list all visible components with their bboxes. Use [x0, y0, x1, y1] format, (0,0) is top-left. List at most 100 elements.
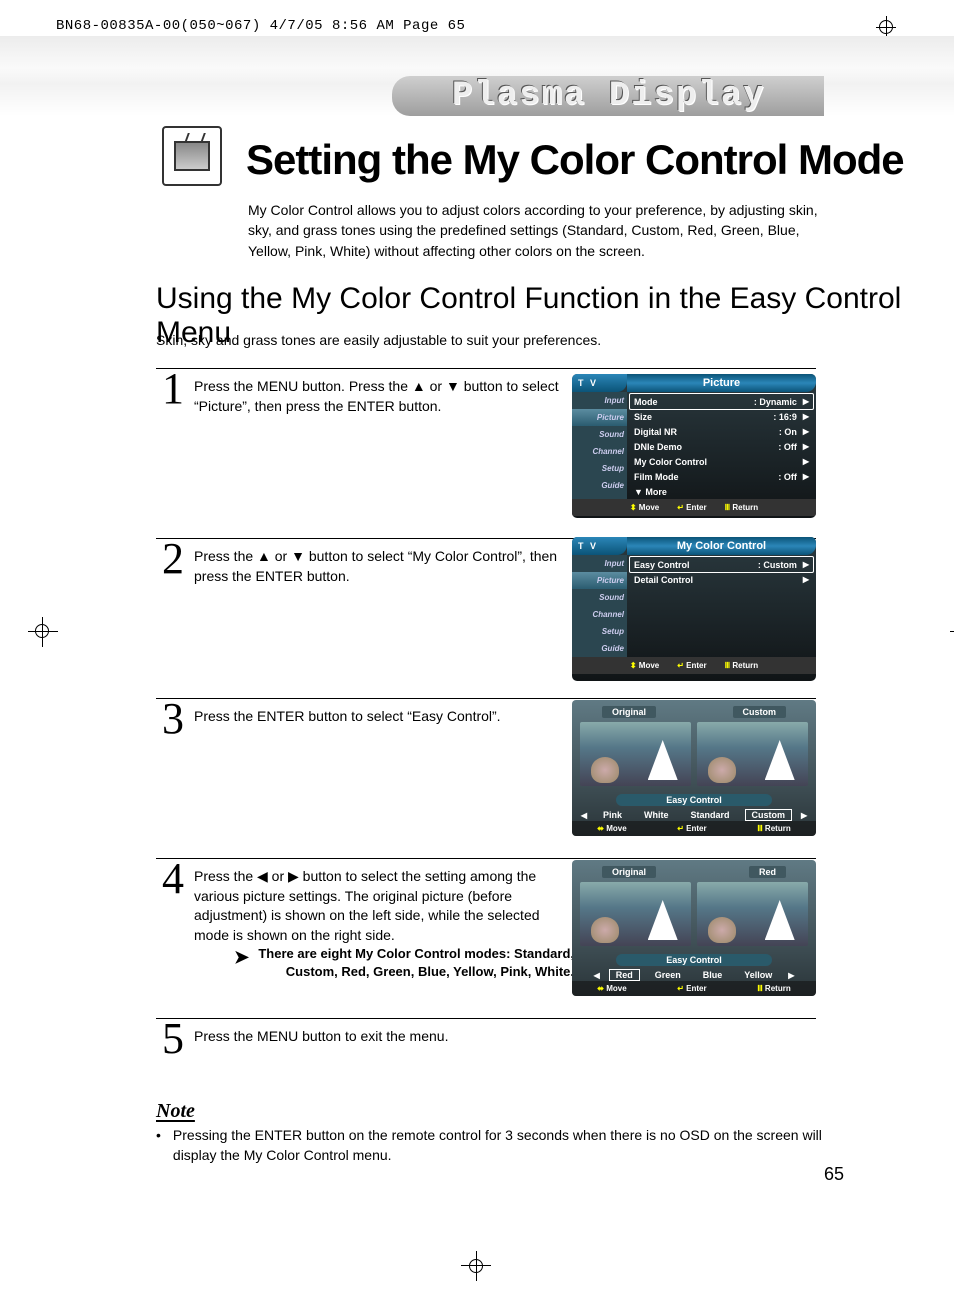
- print-header: BN68-00835A-00(050~067) 4/7/05 8:56 AM P…: [56, 18, 465, 34]
- ecp-chips: ◀ Pink White Standard Custom ▶: [572, 810, 816, 820]
- ecp-label-right: Red: [749, 866, 786, 878]
- ecp-chip: Red: [610, 970, 639, 980]
- osd-menu-row: Easy Control: Custom▶: [630, 557, 813, 572]
- osd-sidebar-item: Setup: [572, 460, 627, 477]
- ecp-label-right: Custom: [733, 706, 787, 718]
- osd-menu-row: Film Mode: Off▶: [630, 469, 813, 484]
- osd-header: T V Picture: [572, 374, 816, 392]
- osd-sidebar-item: Guide: [572, 477, 627, 494]
- osd-sidebar-item: Picture: [572, 572, 627, 589]
- ecp-chip: Custom: [746, 810, 792, 820]
- note-text: Pressing the ENTER button on the remote …: [173, 1125, 824, 1166]
- plasma-banner: Plasma Display: [392, 76, 824, 116]
- osd-hint-return: Ⅲ Return: [725, 503, 759, 512]
- osd-footer: ⬍ Move ↵ Enter Ⅲ Return: [572, 499, 816, 516]
- crop-mark: [879, 20, 893, 34]
- page-title: Setting the My Color Control Mode: [246, 136, 904, 184]
- ecp-image-left: [580, 722, 691, 786]
- ecp-image-right: [697, 882, 808, 946]
- osd-menu-row: DNIe Demo: Off▶: [630, 439, 813, 454]
- ecp-mid: Easy Control: [572, 794, 816, 806]
- ecp-footer: ⬌ Move↵ EnterⅢ Return: [572, 981, 816, 996]
- note-label: Note: [156, 1100, 824, 1123]
- osd-sidebar-item: Channel: [572, 606, 627, 623]
- left-arrow-icon: ◀: [581, 811, 587, 820]
- osd-mycolor-menu: T V My Color Control InputPictureSoundCh…: [572, 537, 816, 681]
- ecp-image-right: [697, 722, 808, 786]
- osd-hint-enter: ↵ Enter: [677, 503, 706, 512]
- tip-arrow-icon: ➤: [234, 945, 249, 969]
- osd-sidebar-item: Setup: [572, 623, 627, 640]
- step-text: Press the ▲ or ▼ button to select “My Co…: [194, 547, 560, 586]
- osd-menu-row: Size: 16:9▶: [630, 409, 813, 424]
- osd-menu-row: Digital NR: On▶: [630, 424, 813, 439]
- osd-tv-label: T V: [572, 537, 627, 555]
- osd-body: InputPictureSoundChannelSetupGuide Easy …: [572, 555, 816, 657]
- osd-sidebar-item: Input: [572, 555, 627, 572]
- osd-sidebar-item: Sound: [572, 426, 627, 443]
- osd-sidebar: InputPictureSoundChannelSetupGuide: [572, 392, 627, 499]
- osd-title: Picture: [627, 374, 816, 392]
- osd-title: My Color Control: [627, 537, 816, 555]
- ecp-top: Original Custom: [572, 706, 816, 718]
- right-arrow-icon: ▶: [788, 971, 794, 980]
- ecp-mid-label: Easy Control: [616, 794, 772, 806]
- crop-mark: [469, 1259, 483, 1273]
- step-tip: ➤ There are eight My Color Control modes…: [194, 945, 574, 980]
- osd-footer: ⬍ Move ↵ Enter Ⅲ Return: [572, 657, 816, 674]
- osd-hint-enter: ↵ Enter: [677, 661, 706, 670]
- osd-picture-menu: T V Picture InputPictureSoundChannelSetu…: [572, 374, 816, 518]
- ecp-mid-label: Easy Control: [616, 954, 772, 966]
- left-arrow-icon: ◀: [594, 971, 600, 980]
- step-text: Press the ◀ or ▶ button to select the se…: [194, 867, 560, 945]
- section-description: Skin, sky and grass tones are easily adj…: [156, 332, 824, 348]
- osd-sidebar-item: Sound: [572, 589, 627, 606]
- osd-header: T V My Color Control: [572, 537, 816, 555]
- osd-sidebar-item: Picture: [572, 409, 627, 426]
- step-text: Press the MENU button to exit the menu.: [194, 1027, 560, 1047]
- step-number: 3: [162, 697, 184, 741]
- note-block: Note • Pressing the ENTER button on the …: [156, 1100, 824, 1166]
- ecp-top: Original Red: [572, 866, 816, 878]
- ecp-chip: Green: [649, 970, 687, 980]
- step-text: Press the ENTER button to select “Easy C…: [194, 707, 560, 727]
- tv-icon: [162, 126, 222, 186]
- step-5: 5 Press the MENU button to exit the menu…: [156, 1018, 816, 1068]
- ecp-mid: Easy Control: [572, 954, 816, 966]
- ecp-footer: ⬌ Move↵ EnterⅢ Return: [572, 821, 816, 836]
- osd-menu-row: ▼ More: [630, 484, 813, 499]
- step-number: 5: [162, 1017, 184, 1061]
- ecp-chips: ◀ Red Green Blue Yellow ▶: [572, 970, 816, 980]
- step-number: 4: [162, 857, 184, 901]
- osd-hint-move: ⬍ Move: [630, 503, 659, 512]
- easy-control-preview-2: Original Red Easy Control ◀ Red Green Blue Yell…: [572, 860, 816, 996]
- osd-tv-label: T V: [572, 374, 627, 392]
- intro-paragraph: My Color Control allows you to adjust co…: [248, 200, 818, 261]
- ecp-chip: Blue: [697, 970, 729, 980]
- step-number: 2: [162, 537, 184, 581]
- step-text: Press the MENU button. Press the ▲ or ▼ …: [194, 377, 560, 416]
- ecp-chip: Standard: [685, 810, 736, 820]
- ecp-chip: White: [638, 810, 675, 820]
- osd-menu-row: Mode: Dynamic▶: [630, 394, 813, 409]
- ecp-chip: Pink: [597, 810, 628, 820]
- osd-menu-row: My Color Control▶: [630, 454, 813, 469]
- easy-control-preview-1: Original Custom Easy Control ◀ Pink White Stan…: [572, 700, 816, 836]
- osd-sidebar-item: Input: [572, 392, 627, 409]
- ecp-chip: Yellow: [738, 970, 778, 980]
- bullet-icon: •: [156, 1125, 161, 1166]
- ecp-label-left: Original: [602, 706, 656, 718]
- osd-menu-row: Detail Control▶: [630, 572, 813, 587]
- osd-main: Easy Control: Custom▶Detail Control▶: [627, 555, 816, 657]
- right-arrow-icon: ▶: [801, 811, 807, 820]
- osd-hint-return: Ⅲ Return: [725, 661, 759, 670]
- osd-sidebar-item: Guide: [572, 640, 627, 657]
- tip-text: There are eight My Color Control modes: …: [194, 945, 574, 980]
- osd-hint-move: ⬍ Move: [630, 661, 659, 670]
- osd-body: InputPictureSoundChannelSetupGuide Mode:…: [572, 392, 816, 499]
- osd-sidebar-item: Channel: [572, 443, 627, 460]
- osd-sidebar: InputPictureSoundChannelSetupGuide: [572, 555, 627, 657]
- osd-main: Mode: Dynamic▶Size: 16:9▶Digital NR: On▶…: [627, 392, 816, 499]
- ecp-label-left: Original: [602, 866, 656, 878]
- ecp-image-left: [580, 882, 691, 946]
